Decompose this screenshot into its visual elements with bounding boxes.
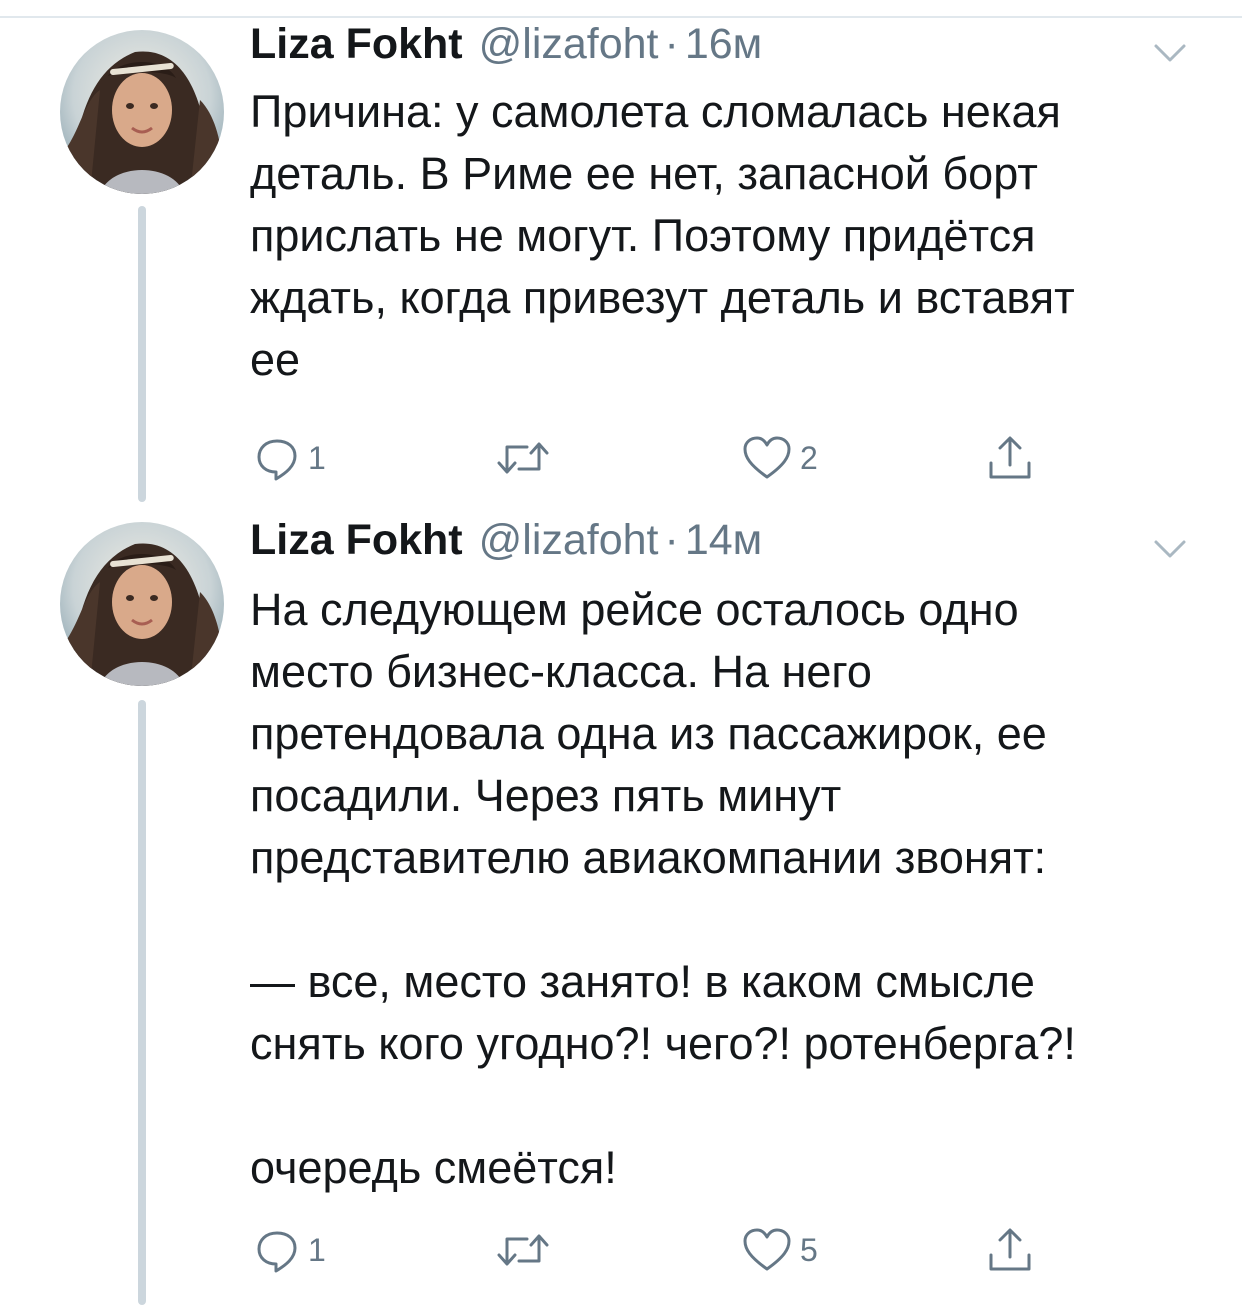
- tweet[interactable]: Liza Fokht @lizafoht · 16м Причина: у са…: [0, 18, 1242, 504]
- author-handle[interactable]: @lizafoht: [479, 516, 659, 565]
- reply-button[interactable]: 1: [252, 1220, 326, 1280]
- tweet-header: Liza Fokht @lizafoht · 14м: [250, 516, 762, 572]
- timestamp[interactable]: 16м: [685, 20, 762, 69]
- like-button[interactable]: 2: [740, 428, 818, 488]
- thread-line: [138, 206, 146, 502]
- profile-photo: [60, 522, 224, 686]
- tweet[interactable]: Liza Fokht @lizafoht · 14м На следующем …: [0, 504, 1242, 1309]
- retweet-icon: [493, 433, 553, 483]
- reply-icon: [252, 1225, 302, 1275]
- share-button[interactable]: [985, 1220, 1035, 1280]
- separator-dot: ·: [664, 20, 679, 68]
- like-count: 2: [800, 439, 818, 476]
- avatar[interactable]: [60, 30, 224, 194]
- reply-count: 1: [308, 439, 326, 476]
- share-icon: [985, 433, 1035, 483]
- author-name[interactable]: Liza Fokht: [250, 20, 463, 69]
- tweet-header: Liza Fokht @lizafoht · 16м: [250, 20, 762, 76]
- thread-line: [138, 700, 146, 1305]
- tweet-actions: 1 5: [250, 1220, 1150, 1280]
- share-button[interactable]: [985, 428, 1035, 488]
- profile-photo: [60, 30, 224, 194]
- avatar[interactable]: [60, 522, 224, 686]
- chevron-down-icon[interactable]: [1150, 534, 1190, 564]
- chevron-down-icon[interactable]: [1150, 38, 1190, 68]
- like-button[interactable]: 5: [740, 1220, 818, 1280]
- separator-dot: ·: [664, 516, 679, 564]
- retweet-icon: [493, 1225, 553, 1275]
- retweet-button[interactable]: [493, 1220, 559, 1280]
- timestamp[interactable]: 14м: [685, 516, 762, 565]
- tweet-text: На следующем рейсе осталось одно место б…: [250, 584, 1076, 1193]
- reply-count: 1: [308, 1231, 326, 1268]
- retweet-button[interactable]: [493, 428, 559, 488]
- reply-button[interactable]: 1: [252, 428, 326, 488]
- like-icon: [740, 1225, 794, 1275]
- like-count: 5: [800, 1231, 818, 1268]
- tweet-actions: 1 2: [250, 428, 1150, 488]
- like-icon: [740, 433, 794, 483]
- share-icon: [985, 1225, 1035, 1275]
- author-handle[interactable]: @lizafoht: [479, 20, 659, 69]
- tweet-text: Причина: у самолета сломалась некая дета…: [250, 86, 1075, 385]
- reply-icon: [252, 433, 302, 483]
- author-name[interactable]: Liza Fokht: [250, 516, 463, 565]
